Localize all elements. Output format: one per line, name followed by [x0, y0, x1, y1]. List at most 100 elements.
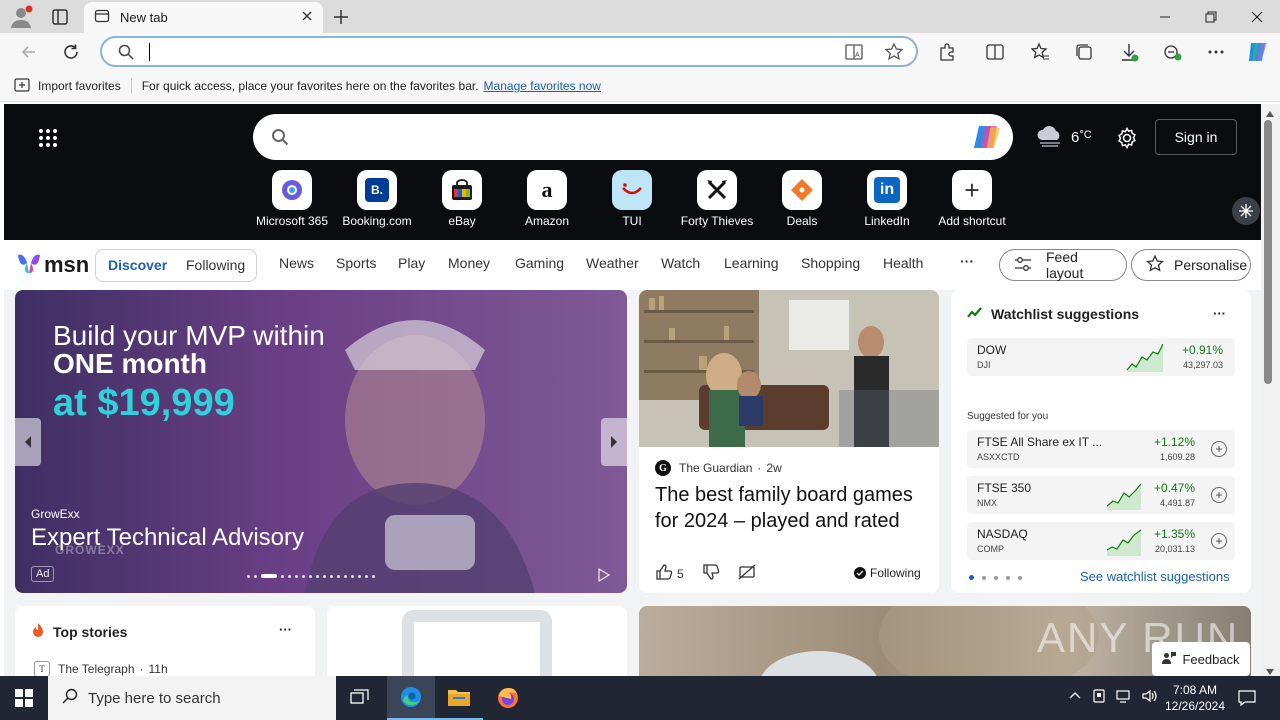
chevron-up-icon[interactable] — [1068, 689, 1082, 706]
manage-favorites-link[interactable]: Manage favorites now — [484, 79, 601, 93]
weather-temperature[interactable]: 6°C — [1071, 129, 1092, 146]
notification-icon[interactable] — [1238, 689, 1256, 710]
performance-icon[interactable] — [1157, 37, 1187, 67]
hide-story-icon[interactable] — [738, 563, 756, 584]
new-tab-button[interactable] — [330, 6, 352, 28]
refresh-button[interactable] — [56, 37, 86, 67]
watchlist-pager-dots[interactable] — [969, 575, 1022, 580]
downloads-icon[interactable] — [1114, 37, 1144, 67]
nav-news[interactable]: News — [279, 255, 314, 271]
add-to-watchlist-button[interactable]: + — [1211, 487, 1227, 503]
import-favorites-icon[interactable] — [14, 77, 30, 96]
stock-row-dow[interactable]: DOW DJI +0.91% 43,297.03 — [967, 338, 1235, 376]
shortcut-microsoft-365[interactable]: Microsoft 365 — [252, 170, 332, 228]
stock-row[interactable]: FTSE All Share ex IT ... ASXXCTD +1.12% … — [967, 430, 1235, 468]
copilot-icon[interactable] — [1243, 37, 1273, 67]
restore-button[interactable] — [1188, 0, 1234, 33]
nav-watch[interactable]: Watch — [661, 255, 700, 271]
split-screen-icon[interactable] — [980, 37, 1010, 67]
taskbar-search-box[interactable]: Type here to search — [48, 676, 336, 720]
following-badge[interactable]: Following — [854, 566, 921, 580]
msn-logo[interactable]: msn — [16, 251, 89, 278]
nav-weather[interactable]: Weather — [586, 255, 639, 271]
ad-card[interactable]: Build your MVP within ONE month at $19,9… — [15, 290, 627, 593]
close-window-button[interactable] — [1234, 0, 1280, 33]
shortcut-linkedin[interactable]: in LinkedIn — [847, 170, 927, 228]
add-to-watchlist-button[interactable]: + — [1211, 533, 1227, 549]
adchoices-icon[interactable] — [597, 567, 611, 585]
scrollbar-thumb[interactable] — [1264, 120, 1272, 384]
top-stories-more-button[interactable]: ··· — [279, 622, 292, 637]
shortcut-tui[interactable]: TUI — [592, 170, 672, 228]
start-button[interactable] — [0, 676, 48, 720]
story-meta[interactable]: T The Telegraph · 11h — [34, 661, 168, 676]
nav-gaming[interactable]: Gaming — [515, 255, 564, 271]
see-watchlist-link[interactable]: See watchlist suggestions — [1080, 569, 1230, 584]
task-view-button[interactable] — [336, 676, 384, 720]
carousel-dots[interactable] — [247, 574, 375, 578]
article-title[interactable]: The best family board games for 2024 – p… — [655, 482, 927, 534]
import-favorites-button[interactable]: Import favorites — [38, 79, 121, 93]
tab-discover[interactable]: Discover — [108, 257, 167, 273]
minimize-button[interactable] — [1142, 0, 1188, 33]
vertical-scrollbar[interactable] — [1261, 104, 1280, 676]
like-icon[interactable] — [655, 563, 673, 584]
nav-sports[interactable]: Sports — [336, 255, 376, 271]
file-explorer-taskbar-icon[interactable] — [435, 676, 483, 720]
settings-gear-icon[interactable] — [1116, 126, 1138, 152]
copilot-icon[interactable] — [971, 122, 1003, 155]
clock[interactable]: 7:08 AM 12/26/2024 — [1160, 682, 1230, 714]
sign-in-button[interactable]: Sign in — [1155, 119, 1237, 155]
settings-more-icon[interactable] — [1201, 37, 1231, 67]
favorite-star-icon[interactable] — [884, 42, 904, 65]
close-tab-icon[interactable] — [301, 10, 313, 25]
ad-sponsor[interactable]: GrowExx — [31, 507, 80, 521]
scroll-up-arrow-icon[interactable] — [1265, 106, 1275, 121]
add-to-watchlist-button[interactable]: + — [1211, 441, 1227, 457]
shortcut-forty-thieves[interactable]: Forty Thieves — [677, 170, 757, 228]
dislike-icon[interactable] — [702, 563, 720, 584]
stock-row[interactable]: FTSE 350 NMX +0.47% 4,491.87 + — [967, 476, 1235, 514]
network-icon[interactable] — [1116, 689, 1132, 706]
web-search-box[interactable] — [253, 114, 1013, 160]
back-button[interactable] — [14, 37, 44, 67]
feedback-button[interactable]: Feedback — [1152, 642, 1250, 676]
tab-actions-icon[interactable] — [50, 7, 70, 27]
profile-icon[interactable] — [8, 4, 34, 30]
favorites-icon[interactable] — [1025, 37, 1055, 67]
article-card[interactable]: G The Guardian · 2w The best family boar… — [639, 290, 939, 593]
nav-health[interactable]: Health — [883, 255, 923, 271]
theme-sparkle-icon[interactable] — [1232, 197, 1260, 225]
edge-taskbar-icon[interactable] — [387, 676, 435, 720]
personalise-button[interactable]: Personalise — [1131, 249, 1251, 281]
carousel-prev-button[interactable] — [15, 418, 41, 466]
carousel-next-button[interactable] — [601, 418, 627, 466]
watchlist-more-button[interactable]: ··· — [1213, 306, 1226, 321]
feed-layout-button[interactable]: Feed layout — [999, 249, 1127, 281]
nav-money[interactable]: Money — [448, 255, 490, 271]
shortcut-deals[interactable]: Deals — [762, 170, 842, 228]
weather-icon[interactable] — [1036, 124, 1064, 151]
immersive-reader-icon[interactable]: A — [844, 42, 864, 65]
tab-new-tab[interactable]: New tab — [84, 2, 323, 33]
nav-learning[interactable]: Learning — [724, 255, 779, 271]
ad-title[interactable]: Expert Technical Advisory — [31, 524, 304, 552]
stock-row[interactable]: NASDAQ COMP +1.35% 20,031.13 + — [967, 522, 1235, 560]
photo-story-card[interactable]: ANY RUN Feedback — [639, 606, 1251, 676]
device-icon[interactable] — [1092, 688, 1106, 707]
shortcut-add[interactable]: + Add shortcut — [932, 170, 1012, 228]
volume-icon[interactable] — [1142, 689, 1158, 706]
shortcut-amazon[interactable]: a Amazon — [507, 170, 587, 228]
article-meta[interactable]: G The Guardian · 2w — [655, 460, 782, 476]
extensions-icon[interactable] — [932, 37, 962, 67]
nav-play[interactable]: Play — [398, 255, 425, 271]
nav-more-button[interactable]: ··· — [960, 253, 974, 269]
firefox-taskbar-icon[interactable] — [484, 676, 532, 720]
collections-icon[interactable] — [1069, 37, 1099, 67]
app-launcher-icon[interactable] — [38, 128, 58, 151]
shortcut-ebay[interactable]: eBay — [422, 170, 502, 228]
nav-shopping[interactable]: Shopping — [801, 255, 860, 271]
address-bar[interactable]: A — [100, 36, 918, 67]
shortcut-booking[interactable]: B. Booking.com — [337, 170, 417, 228]
tab-following[interactable]: Following — [186, 257, 245, 273]
